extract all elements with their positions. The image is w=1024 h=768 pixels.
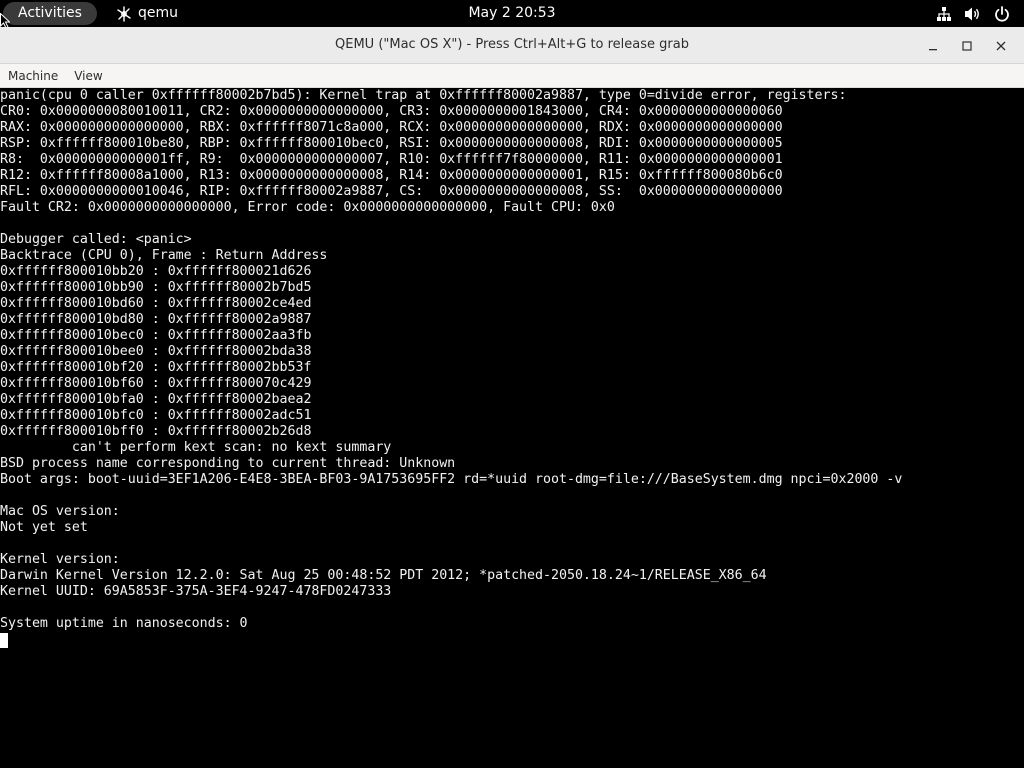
console-line: System uptime in nanoseconds: 0	[0, 616, 248, 631]
console-line: 0xffffff800010bb90 : 0xffffff80002b7bd5	[0, 280, 312, 295]
console-line: R8: 0x00000000000001ff, R9: 0x0000000000…	[0, 152, 783, 167]
activities-button[interactable]: Activities	[3, 2, 97, 25]
console-line: Not yet set	[0, 520, 88, 535]
console-cursor-line	[0, 632, 1024, 648]
console-line: Boot args: boot-uuid=3EF1A206-E4E8-3BEA-…	[0, 472, 903, 487]
console-line: RFL: 0x0000000000010046, RIP: 0xffffff80…	[0, 184, 783, 199]
console-line: RSP: 0xffffff800010be80, RBP: 0xffffff80…	[0, 136, 783, 151]
console-line: 0xffffff800010bfc0 : 0xffffff80002adc51	[0, 408, 312, 423]
minimize-icon	[928, 36, 938, 55]
console-line: 0xffffff800010bf60 : 0xffffff800070c429	[0, 376, 312, 391]
maximize-button[interactable]	[952, 31, 982, 59]
console-line: 0xffffff800010bff0 : 0xffffff80002b26d8	[0, 424, 312, 439]
console-line: 0xffffff800010bee0 : 0xffffff80002bda38	[0, 344, 312, 359]
console-line: RAX: 0x0000000000000000, RBX: 0xffffff80…	[0, 120, 783, 135]
console-line: Fault CR2: 0x0000000000000000, Error cod…	[0, 200, 615, 215]
window-title: QEMU ("Mac OS X") - Press Ctrl+Alt+G to …	[335, 37, 689, 52]
console-line: CR0: 0x0000000080010011, CR2: 0x00000000…	[0, 104, 783, 119]
speaker-volume-icon[interactable]	[964, 6, 982, 22]
console-line: BSD process name corresponding to curren…	[0, 456, 456, 471]
menu-view[interactable]: View	[66, 64, 110, 88]
gnome-top-bar: Activities qemu May 2 20:53	[0, 0, 1024, 29]
console-line: Backtrace (CPU 0), Frame : Return Addres…	[0, 248, 328, 263]
console-line: Kernel UUID: 69A5853F-375A-3EF4-9247-478…	[0, 584, 392, 599]
app-name: qemu	[138, 5, 179, 21]
close-button[interactable]	[986, 31, 1016, 59]
console-line: 0xffffff800010bf20 : 0xffffff80002bb53f	[0, 360, 312, 375]
console-line: panic(cpu 0 caller 0xffffff80002b7bd5): …	[0, 88, 847, 103]
menu-machine[interactable]: Machine	[0, 64, 66, 88]
window-controls	[918, 27, 1016, 63]
system-tray[interactable]	[936, 0, 1010, 27]
minimize-button[interactable]	[918, 31, 948, 59]
close-icon	[996, 36, 1006, 55]
console-line: Darwin Kernel Version 12.2.0: Sat Aug 25…	[0, 568, 767, 583]
text-cursor	[0, 633, 8, 648]
window-titlebar[interactable]: QEMU ("Mac OS X") - Press Ctrl+Alt+G to …	[0, 27, 1024, 64]
power-icon[interactable]	[994, 5, 1010, 22]
console-line: Mac OS version:	[0, 504, 120, 519]
qemu-app-icon	[116, 5, 132, 22]
console-line: Debugger called: <panic>	[0, 232, 192, 247]
console-line: 0xffffff800010bec0 : 0xffffff80002aa3fb	[0, 328, 312, 343]
console-line: R12: 0xffffff80008a1000, R13: 0x00000000…	[0, 168, 783, 183]
app-menu[interactable]: qemu	[116, 0, 178, 27]
activities-label: Activities	[18, 5, 82, 21]
console-line: can't perform kext scan: no kext summary	[0, 440, 392, 455]
console-line: 0xffffff800010bb20 : 0xffffff800021d626	[0, 264, 312, 279]
vm-display-console[interactable]: panic(cpu 0 caller 0xffffff80002b7bd5): …	[0, 88, 1024, 768]
menu-bar: Machine View	[0, 64, 1024, 88]
console-line: 0xffffff800010bfa0 : 0xffffff80002baea2	[0, 392, 312, 407]
maximize-icon	[962, 36, 972, 55]
console-line: Kernel version:	[0, 552, 120, 567]
console-line: 0xffffff800010bd80 : 0xffffff80002a9887	[0, 312, 312, 327]
clock[interactable]: May 2 20:53	[468, 5, 555, 21]
console-line: 0xffffff800010bd60 : 0xffffff80002ce4ed	[0, 296, 312, 311]
network-wired-icon[interactable]	[936, 6, 952, 22]
